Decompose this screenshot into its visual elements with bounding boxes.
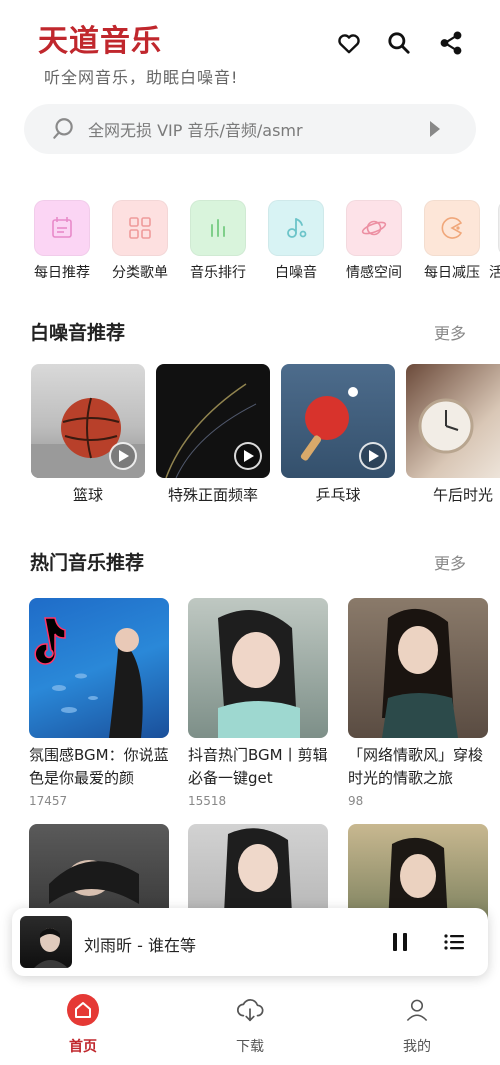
playlist-icon[interactable] [440, 928, 468, 956]
pacman-icon [424, 200, 480, 256]
white-noise-card[interactable]: 篮球 [31, 364, 145, 505]
now-playing-cover [20, 916, 72, 968]
category-label: 分类歌单 [112, 265, 168, 281]
playlist-title: 氛围感BGM：你说蓝色是你最爱的颜 [29, 746, 169, 787]
mini-player[interactable]: 刘雨昕 - 谁在等 [12, 908, 488, 976]
white-noise-card[interactable]: 午后时光 [406, 364, 500, 505]
category-playlists[interactable]: 分类歌单 [101, 196, 179, 282]
music-note-icon [268, 200, 324, 256]
cover-image [406, 364, 500, 478]
now-playing-title: 刘雨昕 - 谁在等 [84, 936, 196, 955]
search-bar[interactable]: 全网无损 VIP 音乐/音频/asmr [24, 104, 476, 154]
play-count: 98 [348, 794, 364, 808]
app-header: 天道音乐 听全网音乐，助眠白噪音! [0, 0, 500, 100]
section-title-white-noise: 白噪音推荐 [30, 322, 126, 344]
more-link-hot-music[interactable]: 更多 [434, 550, 466, 574]
play-icon[interactable] [359, 442, 387, 470]
white-noise-name: 篮球 [72, 486, 103, 504]
white-noise-card[interactable]: 乒乓球 [281, 364, 395, 505]
category-partial[interactable]: 活 [487, 196, 500, 282]
tab-label: 首页 [69, 1039, 97, 1055]
white-noise-name: 特殊正面频率 [167, 486, 258, 504]
search-icon[interactable] [384, 28, 414, 58]
category-row: 每日推荐 分类歌单 音乐排行 白噪音 情感空间 每日减压 活 [0, 196, 500, 286]
category-white-noise[interactable]: 白噪音 [257, 196, 335, 282]
tab-home[interactable]: 首页 [43, 994, 123, 1056]
bar-chart-icon [190, 200, 246, 256]
category-label: 每日推荐 [34, 265, 90, 281]
category-label: 音乐排行 [190, 265, 246, 281]
tab-label: 我的 [403, 1039, 431, 1055]
cloud-download-icon [234, 994, 266, 1026]
calendar-icon [34, 200, 90, 256]
section-title-hot-music: 热门音乐推荐 [30, 552, 145, 574]
search-icon [53, 118, 73, 139]
play-count: 15518 [188, 794, 227, 808]
user-icon [401, 994, 433, 1026]
playlist-card[interactable]: 「网络情歌风」穿梭时光的情歌之旅 98 [348, 598, 488, 808]
planet-icon [346, 200, 402, 256]
cover-image [348, 598, 488, 738]
cover-image [188, 598, 328, 738]
playlist-title: 抖音热门BGM丨剪辑必备一键get [188, 746, 328, 787]
playlist-title: 「网络情歌风」穿梭时光的情歌之旅 [348, 746, 484, 787]
cover-image [156, 364, 270, 478]
home-icon [67, 994, 99, 1026]
category-relax[interactable]: 每日减压 [413, 196, 491, 282]
pause-icon[interactable] [386, 928, 414, 956]
tab-profile[interactable]: 我的 [377, 994, 457, 1056]
play-icon[interactable] [234, 442, 262, 470]
share-icon[interactable] [436, 28, 466, 58]
more-link-white-noise[interactable]: 更多 [434, 320, 466, 344]
app-subtitle: 听全网音乐，助眠白噪音! [44, 68, 239, 87]
white-noise-name: 午后时光 [432, 486, 493, 504]
category-label: 白噪音 [275, 265, 317, 281]
category-label: 情感空间 [346, 265, 402, 281]
tab-download[interactable]: 下载 [210, 994, 290, 1056]
white-noise-list: 篮球 特殊正面频率 乒乓球 午后时光 [0, 364, 500, 514]
play-arrow-icon[interactable] [428, 119, 442, 139]
app-title: 天道音乐 [38, 24, 162, 59]
category-daily[interactable]: 每日推荐 [23, 196, 101, 282]
play-count: 17457 [29, 794, 68, 808]
category-emotion[interactable]: 情感空间 [335, 196, 413, 282]
category-label: 活 [489, 265, 500, 281]
category-charts[interactable]: 音乐排行 [179, 196, 257, 282]
tab-label: 下载 [236, 1039, 264, 1055]
playlist-card[interactable]: 氛围感BGM：你说蓝色是你最爱的颜 17457 [29, 598, 169, 808]
search-placeholder: 全网无损 VIP 音乐/音频/asmr [88, 121, 303, 140]
play-icon[interactable] [109, 442, 137, 470]
playlist-card[interactable]: 抖音热门BGM丨剪辑必备一键get 15518 [188, 598, 328, 808]
cover-image [281, 364, 395, 478]
white-noise-card[interactable]: 特殊正面频率 [156, 364, 270, 505]
cover-image [31, 364, 145, 478]
heart-icon[interactable] [334, 28, 364, 58]
white-noise-name: 乒乓球 [315, 486, 361, 504]
grid-icon [112, 200, 168, 256]
cover-image [29, 598, 169, 738]
category-label: 每日减压 [424, 265, 480, 281]
bottom-tab-bar: 首页 下载 我的 [0, 990, 500, 1065]
